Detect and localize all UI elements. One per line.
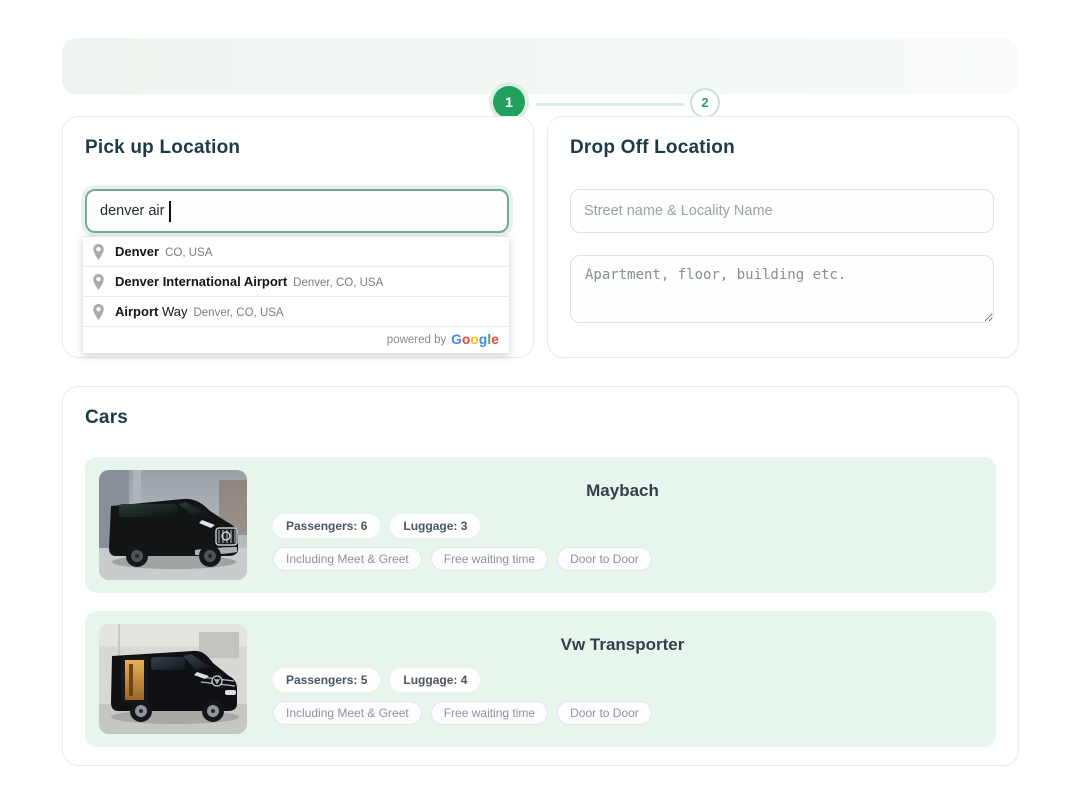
powered-by-google: powered by Google [83,327,509,353]
passengers-badge: Passengers: 6 [273,514,380,538]
capacity-badges: Passengers: 6 Luggage: 3 [273,514,480,538]
dropoff-street-input[interactable] [570,189,994,233]
car-card-maybach[interactable]: Maybach Passengers: 6 Luggage: 3 Includi… [85,457,996,593]
feature-badge: Free waiting time [431,547,548,571]
dropoff-title: Drop Off Location [570,137,735,159]
map-pin-icon [92,303,105,321]
map-pin-icon [92,243,105,261]
suggestion-denver-international-airport[interactable]: Denver International Airport Denver, CO, … [83,267,509,297]
suggestion-secondary: Denver, CO, USA [293,277,383,289]
suggestion-main: Denver International Airport [115,274,287,289]
dropoff-details-textarea[interactable] [570,255,994,323]
feature-badges: Including Meet & Greet Free waiting time… [273,701,652,725]
feature-badge: Door to Door [557,701,652,725]
car-image-vw-transporter [99,624,247,734]
google-logo: Google [451,331,499,349]
suggestion-secondary: Denver, CO, USA [193,307,283,319]
step-indicator-2: 2 [690,88,720,118]
pickup-location-input[interactable] [85,189,509,233]
suggestion-denver[interactable]: Denver CO, USA [83,237,509,267]
feature-badges: Including Meet & Greet Free waiting time… [273,547,652,571]
pickup-title: Pick up Location [85,137,240,159]
suggestion-main: Airport [115,304,158,319]
car-image-maybach [99,470,247,580]
capacity-badges: Passengers: 5 Luggage: 4 [273,668,480,692]
suggestion-secondary: CO, USA [165,247,212,259]
cars-title: Cars [85,407,128,429]
car-name: Maybach [261,481,984,501]
car-card-vw-transporter[interactable]: Vw Transporter Passengers: 5 Luggage: 4 … [85,611,996,747]
feature-badge: Free waiting time [431,701,548,725]
places-autocomplete-dropdown: Denver CO, USA Denver International Airpo… [83,236,509,353]
car-name: Vw Transporter [261,635,984,655]
stepper-bar: 1 2 [62,38,1018,94]
passengers-badge: Passengers: 5 [273,668,380,692]
suggestion-airport-way[interactable]: Airport WayDenver, CO, USA [83,297,509,327]
step-connector [536,103,684,106]
suggestion-main: Denver [115,244,159,259]
feature-badge: Including Meet & Greet [273,701,422,725]
text-caret [169,201,171,222]
dropoff-location-card: Drop Off Location [547,116,1019,358]
step-indicator-1: 1 [493,86,525,118]
feature-badge: Door to Door [557,547,652,571]
cars-section: Cars [62,386,1019,766]
map-pin-icon [92,273,105,291]
feature-badge: Including Meet & Greet [273,547,422,571]
luggage-badge: Luggage: 3 [390,514,480,538]
luggage-badge: Luggage: 4 [390,668,480,692]
powered-by-label: powered by [387,334,446,346]
